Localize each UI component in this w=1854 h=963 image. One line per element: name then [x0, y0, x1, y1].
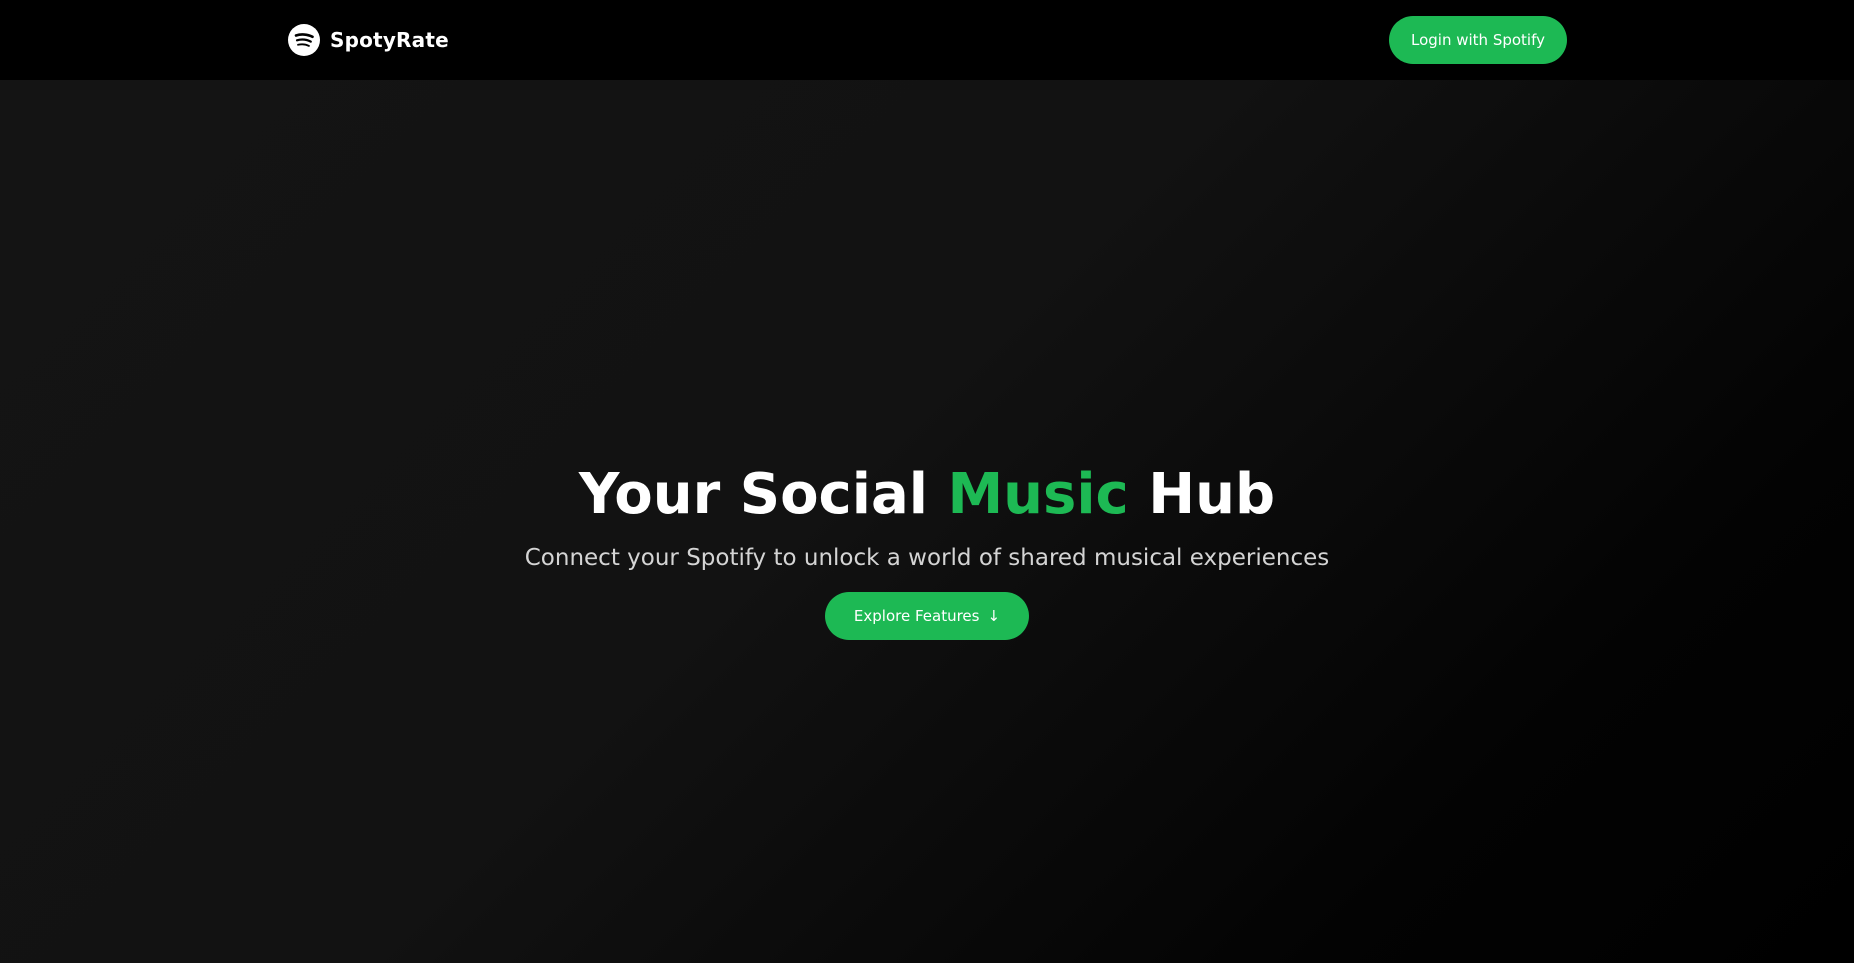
hero-title-part1: Your Social: [578, 462, 948, 527]
explore-features-button[interactable]: Explore Features ↓: [825, 592, 1029, 640]
explore-features-label: Explore Features: [853, 607, 980, 625]
hero-title-accent: Music: [947, 462, 1129, 527]
login-with-spotify-button[interactable]: Login with Spotify: [1389, 16, 1567, 64]
hero-title-part2: Hub: [1128, 462, 1276, 527]
hero-subtitle: Connect your Spotify to unlock a world o…: [524, 545, 1330, 571]
navbar: SpotyRate Login with Spotify: [0, 0, 1854, 80]
brand-link[interactable]: SpotyRate: [288, 24, 449, 56]
arrow-down-icon: ↓: [987, 607, 1001, 625]
brand-name: SpotyRate: [330, 28, 449, 52]
hero-section: Your Social Music Hub Connect your Spoti…: [0, 80, 1854, 963]
hero-title: Your Social Music Hub: [0, 460, 1854, 530]
hero-content: Your Social Music Hub Connect your Spoti…: [0, 460, 1854, 640]
spotify-logo-icon: [288, 24, 320, 56]
